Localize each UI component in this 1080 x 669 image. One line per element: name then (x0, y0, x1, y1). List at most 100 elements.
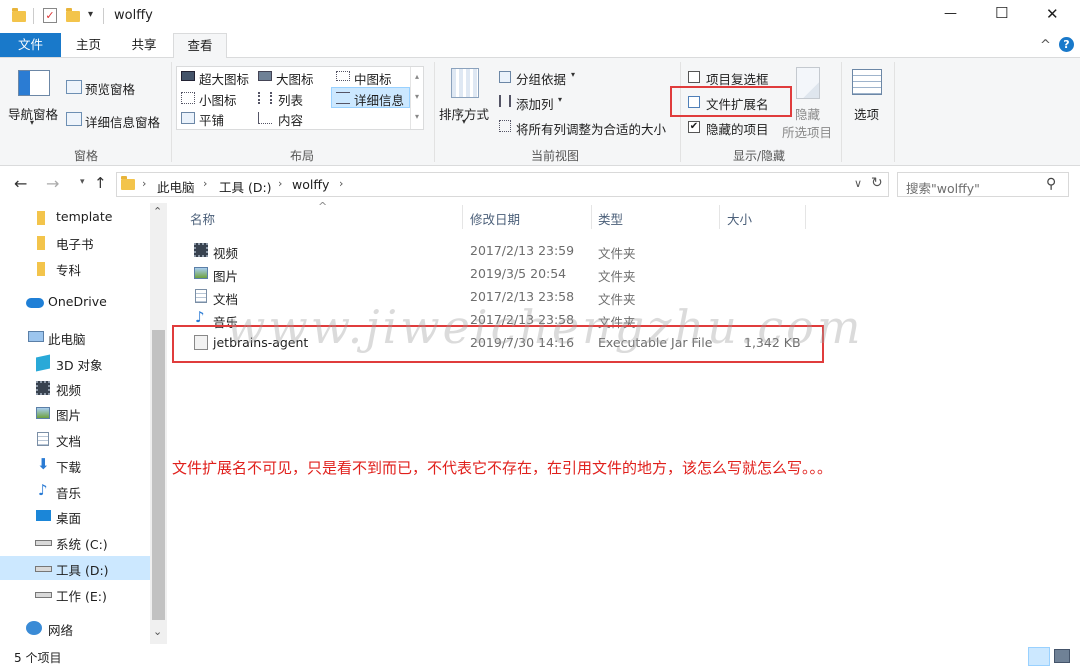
nav-item[interactable]: 3D 对象 (0, 351, 150, 375)
nav-item[interactable]: 工具 (D:) (0, 556, 150, 580)
nav-item[interactable]: 系统 (C:) (0, 530, 150, 554)
scroll-up-icon[interactable]: ⌃ (153, 205, 162, 218)
item-checkboxes-checkbox[interactable] (688, 71, 700, 83)
layout-list[interactable]: 列表 (278, 90, 303, 109)
tab-view[interactable]: 查看 (173, 33, 227, 59)
nav-item[interactable]: ⬇ 下载 (0, 453, 150, 477)
nav-pane-dropdown-icon[interactable]: ▾ (30, 118, 34, 127)
qat-separator (103, 8, 104, 24)
search-icon[interactable]: ⚲ (1046, 176, 1056, 192)
nav-item[interactable]: 此电脑 (0, 325, 150, 349)
breadcrumb-wolffy[interactable]: wolffy (292, 177, 329, 192)
sort-by-dropdown-icon[interactable]: ▾ (462, 117, 466, 126)
layout-small-icons[interactable]: 小图标 (199, 90, 237, 109)
qat-dropdown-icon[interactable]: ▾ (88, 9, 93, 20)
group-by-button[interactable]: 分组依据 (516, 69, 566, 88)
nav-item[interactable]: template (0, 205, 150, 229)
annotation-text: 文件扩展名不可见，只是看不到而已，不代表它不存在，在引用文件的地方，该怎么写就怎… (172, 459, 833, 477)
column-header-name[interactable]: 名称 (190, 209, 215, 228)
nav-item[interactable]: 专科 (0, 256, 150, 280)
refresh-icon[interactable]: ↻ (871, 175, 883, 191)
sort-by-icon (451, 68, 479, 98)
hidden-items-checkbox[interactable]: ✔ (688, 121, 700, 133)
layout-gallery-scroll[interactable]: ▴ ▾ ▾ (410, 67, 423, 129)
forward-arrow-icon[interactable]: → (46, 174, 59, 193)
nav-item[interactable]: 电子书 (0, 230, 150, 254)
tab-home[interactable]: 主页 (61, 33, 116, 57)
folder-icon (12, 8, 26, 22)
hide-selected-button[interactable]: 隐藏 (795, 104, 820, 123)
breadcrumb-this-pc[interactable]: 此电脑 (157, 177, 195, 196)
search-input[interactable]: 搜索"wolffy" ⚲ (897, 172, 1069, 197)
nav-item-label: 图片 (56, 408, 82, 423)
layout-content[interactable]: 内容 (278, 110, 303, 129)
group-divider (894, 62, 895, 162)
hide-selected-icon (796, 67, 820, 99)
nav-item-label: OneDrive (48, 294, 107, 309)
nav-item-label: 工作 (E:) (56, 589, 107, 604)
options-button[interactable]: 选项 (854, 104, 879, 123)
new-folder-icon[interactable] (66, 8, 80, 22)
large-icons-view-toggle-icon[interactable] (1054, 649, 1070, 663)
nav-item[interactable]: 图片 (0, 401, 150, 425)
breadcrumb-separator-icon[interactable]: › (203, 177, 207, 190)
content-icon (258, 112, 272, 124)
layout-medium-icons[interactable]: 中图标 (354, 69, 392, 88)
group-label-layout: 布局 (289, 149, 314, 163)
hidden-items-label[interactable]: 隐藏的项目 (706, 119, 769, 138)
fit-columns-button[interactable]: 将所有列调整为合适的大小 (516, 119, 666, 138)
nav-item[interactable]: ♪ 音乐 (0, 479, 150, 503)
up-arrow-icon[interactable]: ↑ (94, 174, 107, 192)
add-column-dropdown-icon[interactable]: ▾ (558, 95, 562, 104)
help-icon[interactable]: ? (1059, 37, 1074, 52)
nav-item[interactable]: 视频 (0, 376, 150, 400)
nav-item-label: 工具 (D:) (56, 563, 109, 578)
tab-file[interactable]: 文件 (0, 33, 61, 57)
nav-scrollbar[interactable]: ⌃ ⌄ (150, 203, 167, 644)
address-history-dropdown-icon[interactable]: ∨ (854, 177, 862, 190)
column-header-type[interactable]: 类型 (598, 209, 623, 228)
layout-details[interactable]: 详细信息 (354, 90, 404, 109)
file-modified: 2019/3/5 20:54 (470, 266, 567, 281)
preview-pane-button[interactable]: 预览窗格 (85, 79, 135, 98)
nav-item-label: 此电脑 (48, 332, 86, 347)
group-by-dropdown-icon[interactable]: ▾ (571, 70, 575, 79)
nav-item[interactable]: OneDrive (0, 290, 150, 314)
group-label-current-view: 当前视图 (530, 149, 579, 163)
breadcrumb-separator-icon[interactable]: › (339, 177, 343, 190)
nav-item[interactable]: 桌面 (0, 504, 150, 528)
breadcrumb-separator-icon[interactable]: › (142, 177, 146, 190)
details-pane-icon (66, 112, 82, 126)
add-column-button[interactable]: 添加列 (516, 94, 554, 113)
file-type: 文件夹 (598, 269, 636, 284)
ribbon-collapse-icon[interactable]: ^ (1040, 38, 1051, 53)
tab-share[interactable]: 共享 (116, 33, 172, 57)
column-divider (805, 205, 806, 229)
column-divider (719, 205, 720, 229)
nav-item[interactable]: 网络 (0, 616, 150, 640)
details-view-toggle-icon[interactable] (1028, 647, 1050, 666)
nav-item-label: 网络 (48, 623, 74, 638)
layout-tiles[interactable]: 平铺 (199, 110, 224, 129)
recent-dropdown-icon[interactable]: ▾ (80, 177, 85, 187)
scroll-thumb[interactable] (152, 330, 165, 620)
back-arrow-icon[interactable]: ← (14, 174, 27, 193)
table-row[interactable]: 图片 2019/3/5 20:54 文件夹 (182, 262, 808, 285)
properties-check-icon[interactable]: ✓ (43, 8, 57, 23)
minimize-button[interactable]: — (944, 6, 957, 21)
column-header-size[interactable]: 大小 (727, 209, 752, 228)
layout-extra-large-icons[interactable]: 超大图标 (199, 69, 249, 88)
close-button[interactable]: ✕ (1046, 5, 1059, 23)
details-pane-button[interactable]: 详细信息窗格 (85, 112, 160, 131)
window-title: wolffy (114, 8, 153, 23)
nav-item[interactable]: 文档 (0, 427, 150, 451)
breadcrumb-drive-d[interactable]: 工具 (D:) (219, 177, 272, 196)
table-row[interactable]: 视频 2017/2/13 23:59 文件夹 (182, 239, 808, 262)
layout-large-icons[interactable]: 大图标 (276, 69, 314, 88)
column-header-modified[interactable]: 修改日期 (470, 209, 520, 228)
scroll-down-icon[interactable]: ⌄ (153, 625, 162, 638)
breadcrumb-separator-icon[interactable]: › (278, 177, 282, 190)
maximize-button[interactable]: ☐ (995, 4, 1008, 22)
nav-item[interactable]: 工作 (E:) (0, 582, 150, 606)
add-column-icon (499, 95, 511, 107)
